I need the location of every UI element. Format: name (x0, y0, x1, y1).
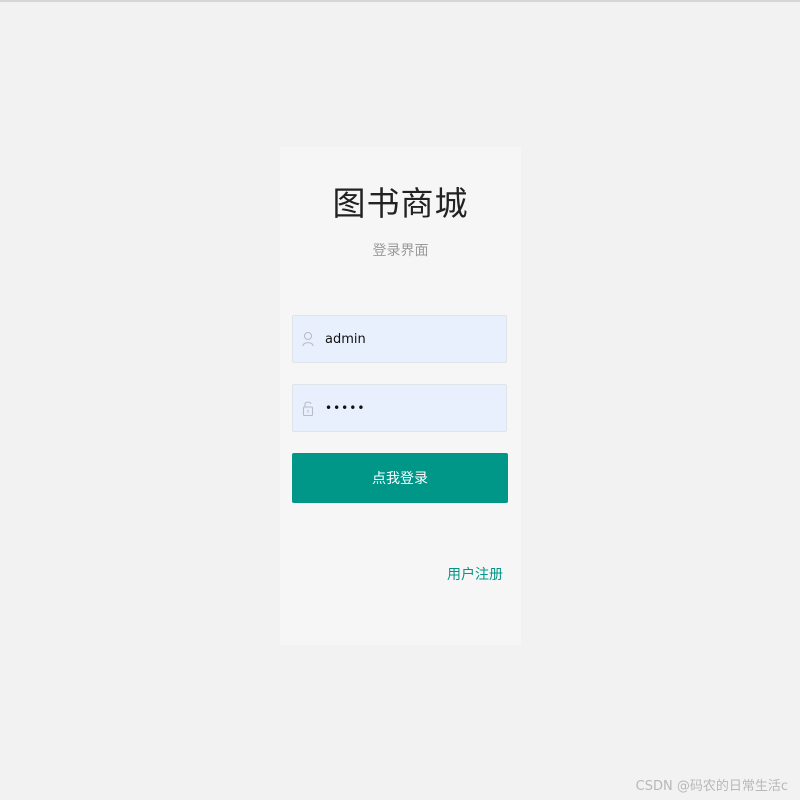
login-card: 图书商城 登录界面 点我登录 用户注册 (280, 147, 521, 645)
username-field[interactable] (292, 315, 507, 363)
password-input[interactable] (321, 386, 506, 430)
page-subtitle: 登录界面 (372, 243, 429, 259)
lock-icon (295, 385, 321, 431)
login-button[interactable]: 点我登录 (292, 453, 508, 503)
user-icon (295, 316, 321, 362)
username-input[interactable] (321, 317, 506, 361)
page-title: 图书商城 (332, 184, 469, 223)
password-field[interactable] (292, 384, 507, 432)
window-top-border (0, 0, 800, 2)
watermark-text: CSDN @码农的日常生活c (635, 779, 788, 794)
register-link[interactable]: 用户注册 (447, 564, 503, 584)
